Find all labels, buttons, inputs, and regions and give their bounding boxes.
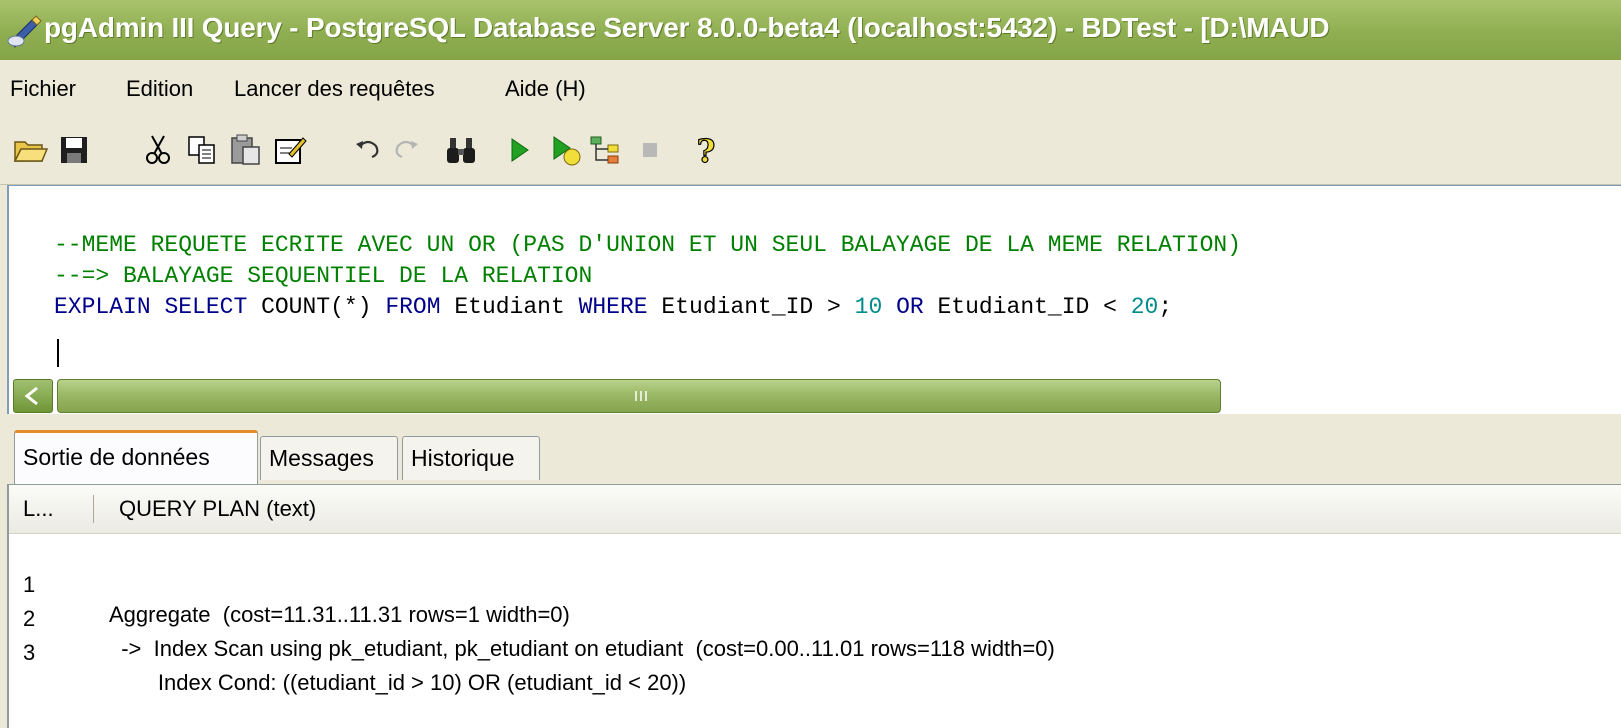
table-row[interactable]: 2 -> Index Scan using pk_etudiant, pk_et… <box>9 574 1621 661</box>
window-title: pgAdmin III Query - PostgreSQL Database … <box>44 12 1330 43</box>
redo-icon[interactable] <box>388 132 424 168</box>
table-row[interactable]: 3 Index Cond: ((etudiant_id > 10) OR (et… <box>9 608 1621 695</box>
toolbar: ? <box>0 118 1621 185</box>
row-plan-text: Index Cond: ((etudiant_id > 10) OR (etud… <box>109 670 687 695</box>
scroll-grip-icon <box>635 391 647 401</box>
text-caret <box>57 339 59 367</box>
stop-icon[interactable] <box>632 132 668 168</box>
column-separator[interactable] <box>93 495 94 523</box>
table-row[interactable]: 1 Aggregate (cost=11.31..11.31 rows=1 wi… <box>9 540 1621 627</box>
grid-header: L... QUERY PLAN (text) <box>9 485 1621 534</box>
clear-edit-icon[interactable] <box>272 132 308 168</box>
play-icon[interactable] <box>502 132 538 168</box>
code-line-3: EXPLAIN SELECT COUNT(*) FROM Etudiant WH… <box>54 292 1172 322</box>
row-number: 3 <box>23 640 36 665</box>
explain-icon[interactable] <box>588 132 624 168</box>
column-header-line[interactable]: L... <box>23 485 54 533</box>
play-file-icon[interactable] <box>548 132 584 168</box>
row-plan-text: -> Index Scan using pk_etudiant, pk_etud… <box>109 636 1055 661</box>
code-num2: 20 <box>1130 294 1159 320</box>
tab-historique[interactable]: Historique <box>402 436 540 480</box>
menu-bar: Fichier Edition Lancer des requêtes Aide… <box>0 60 1621 119</box>
keyword-or: OR <box>896 294 924 320</box>
binoculars-icon[interactable] <box>444 132 480 168</box>
menu-fichier[interactable]: Fichier <box>10 74 76 104</box>
code-num1: 10 <box>854 294 883 320</box>
menu-lancer-des-requetes[interactable]: Lancer des requêtes <box>234 74 435 104</box>
sql-editor[interactable]: --MEME REQUETE ECRITE AVEC UN OR (PAS D'… <box>7 185 1621 377</box>
scroll-thumb[interactable] <box>57 379 1221 413</box>
code-col2: Etudiant_ID < <box>937 294 1117 320</box>
title-bar[interactable]: pgAdmin III Query - PostgreSQL Database … <box>0 0 1621 60</box>
keyword-where: WHERE <box>578 294 648 320</box>
tab-messages[interactable]: Messages <box>260 436 398 480</box>
editor-horizontal-scrollbar[interactable] <box>7 376 1621 414</box>
menu-aide[interactable]: Aide (H) <box>505 74 586 104</box>
keyword-explain: EXPLAIN <box>54 294 151 320</box>
help-question-icon[interactable]: ? <box>688 132 724 168</box>
tab-sortie-de-donnees[interactable]: Sortie de données <box>14 430 258 484</box>
cut-scissors-icon[interactable] <box>140 132 176 168</box>
open-folder-icon[interactable] <box>12 132 48 168</box>
copy-icon[interactable] <box>184 132 220 168</box>
code-line-2: --=> BALAYAGE SEQUENTIEL DE LA RELATION <box>54 263 593 289</box>
keyword-from: FROM <box>385 294 441 320</box>
keyword-select: SELECT <box>164 294 248 320</box>
pgadmin-elephant-icon[interactable] <box>6 14 44 48</box>
code-col1: Etudiant_ID > <box>661 294 841 320</box>
menu-edition[interactable]: Edition <box>126 74 193 104</box>
code-table: Etudiant <box>454 294 565 320</box>
results-grid: L... QUERY PLAN (text) 1 Aggregate (cost… <box>7 484 1621 728</box>
column-header-query-plan[interactable]: QUERY PLAN (text) <box>119 485 316 533</box>
code-end: ; <box>1158 294 1173 320</box>
paste-icon[interactable] <box>228 132 264 168</box>
pane-splitter[interactable] <box>0 414 1621 430</box>
scroll-left-arrow-icon[interactable] <box>13 379 53 413</box>
output-tabs: Sortie de données Messages Historique <box>0 430 1621 484</box>
code-line-1: --MEME REQUETE ECRITE AVEC UN OR (PAS D'… <box>54 232 1241 258</box>
save-disk-icon[interactable] <box>56 132 92 168</box>
undo-icon[interactable] <box>350 132 386 168</box>
svg-text:?: ? <box>697 132 716 168</box>
code-count: COUNT(*) <box>261 294 372 320</box>
